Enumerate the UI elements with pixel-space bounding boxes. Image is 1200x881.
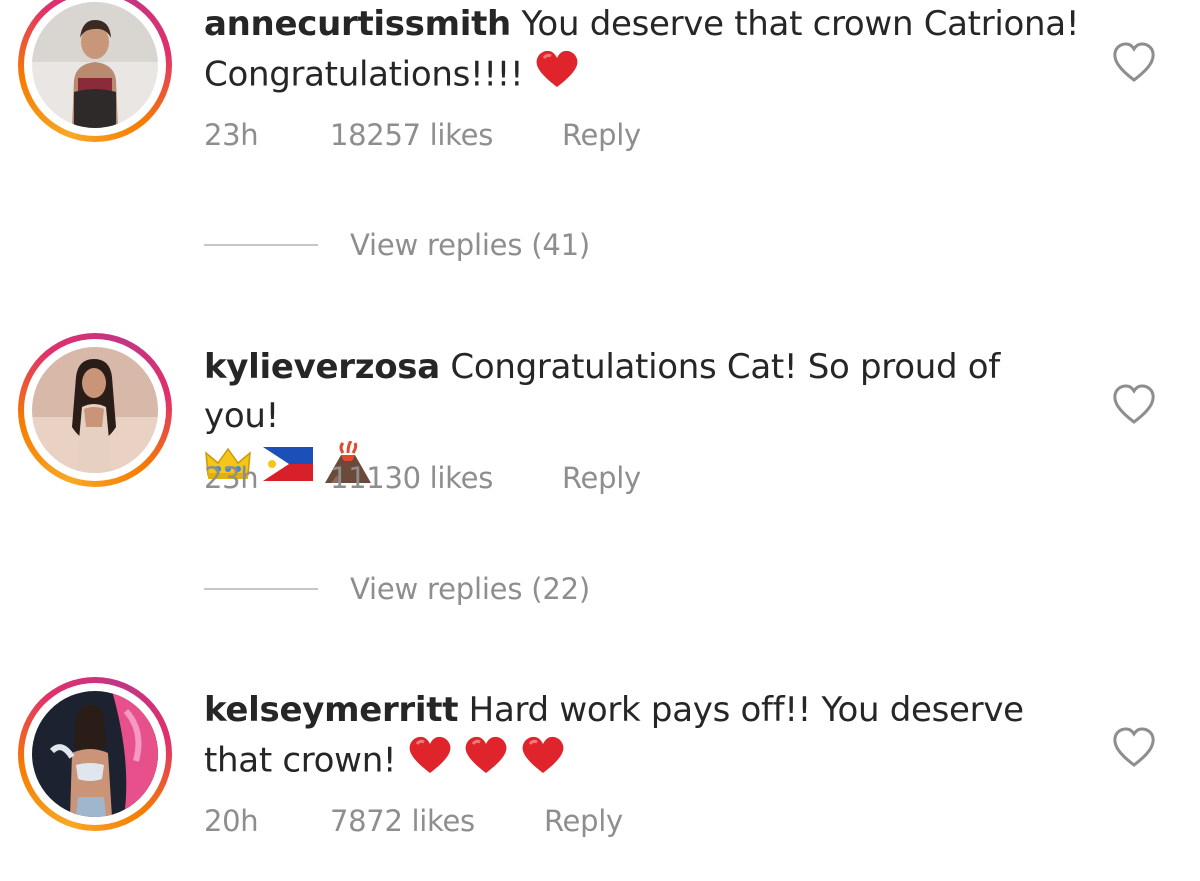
comment-meta: 23h 11130 likes Reply [204,461,641,495]
view-replies-link[interactable]: View replies (22) [204,572,590,606]
comment-meta: 23h 18257 likes Reply [204,118,641,152]
comment-username[interactable]: kelseymerritt [204,690,458,730]
story-ring[interactable] [18,677,172,831]
comment-username[interactable]: kylieverzosa [204,347,440,387]
comment-meta: 20h 7872 likes Reply [204,804,623,838]
comment-text: kelseymerritt Hard work pays off!! You d… [204,686,1084,789]
comment-likes[interactable]: 7872 likes [330,804,544,838]
comment-time[interactable]: 23h [204,461,330,495]
reply-button[interactable]: Reply [562,461,641,495]
red-heart-icon [520,735,566,789]
view-replies-divider [204,244,318,246]
avatar[interactable] [32,691,158,817]
view-replies-divider [204,588,318,590]
comment-time[interactable]: 20h [204,804,330,838]
view-replies-label[interactable]: View replies (22) [350,572,590,606]
avatar-photo [32,691,158,817]
red-heart-icon [534,49,580,103]
view-replies-link[interactable]: View replies (41) [204,228,590,262]
red-heart-icon [407,735,453,789]
like-heart-icon[interactable] [1110,382,1158,426]
comment-likes[interactable]: 11130 likes [330,461,562,495]
avatar-photo [32,347,158,473]
avatar[interactable] [32,347,158,473]
comment-text: annecurtissmith You deserve that crown C… [204,0,1084,103]
view-replies-label[interactable]: View replies (41) [350,228,590,262]
story-ring[interactable] [18,0,172,142]
comment-likes[interactable]: 18257 likes [330,118,562,152]
reply-button[interactable]: Reply [562,118,641,152]
like-heart-icon[interactable] [1110,725,1158,769]
avatar-photo [32,2,158,128]
red-heart-icon [463,735,509,789]
like-heart-icon[interactable] [1110,40,1158,84]
comment-username[interactable]: annecurtissmith [204,4,511,44]
reply-button[interactable]: Reply [544,804,623,838]
story-ring[interactable] [18,333,172,487]
avatar[interactable] [32,2,158,128]
comment-time[interactable]: 23h [204,118,330,152]
